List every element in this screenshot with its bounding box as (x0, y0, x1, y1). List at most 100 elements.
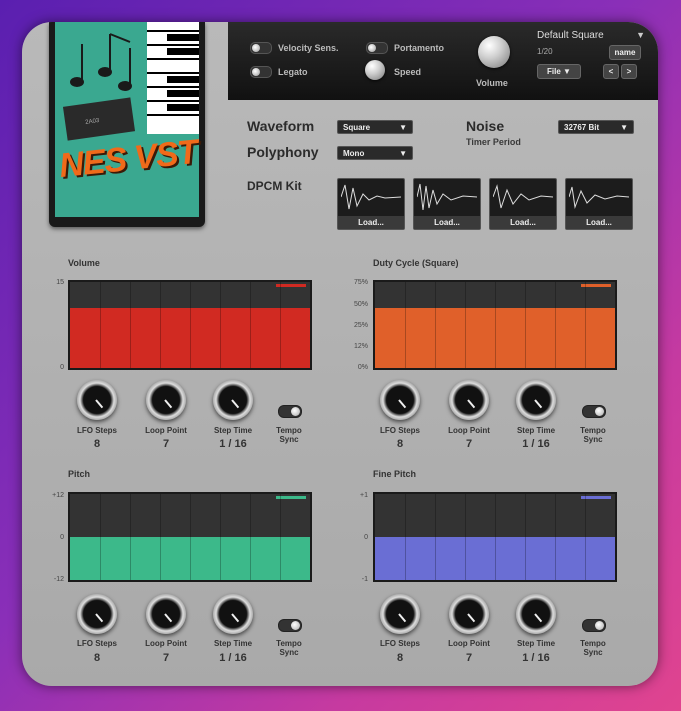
volume-step-time-label: Step Time (213, 426, 253, 435)
volume-lfo-steps-value: 8 (93, 438, 101, 450)
pitch-tempo-sync-toggle[interactable] (278, 619, 302, 632)
pitch-loop-point-knob[interactable] (146, 594, 186, 634)
graph-step-divider (465, 282, 466, 368)
volume-step-time-knob[interactable] (213, 380, 253, 420)
preset-name[interactable]: Default Square (537, 30, 604, 41)
pitch-loop-point-label: Loop Point (145, 639, 187, 648)
legato-toggle[interactable] (250, 66, 272, 78)
chevron-down-icon: ▼ (399, 123, 407, 132)
fine-pitch-lfo-steps-label: LFO Steps (379, 639, 420, 648)
graph-step-divider (100, 282, 101, 368)
graph-step-divider (250, 494, 251, 580)
duty-axis-25: 25% (353, 322, 368, 329)
volume-knob[interactable] (478, 36, 510, 68)
graph-step-divider (190, 494, 191, 580)
pitch-step-time-knob[interactable] (213, 594, 253, 634)
duty-lfo-steps-knob[interactable] (380, 380, 420, 420)
graph-step-divider (405, 494, 406, 580)
load-button[interactable]: Load... (338, 216, 404, 229)
legato-label: Legato (278, 67, 308, 77)
dpcm-slot-4: Load... (565, 178, 633, 230)
graph-step-divider (435, 282, 436, 368)
graph-step-divider (555, 494, 556, 580)
duty-step-time-knob[interactable] (516, 380, 556, 420)
waveform-icon (341, 184, 401, 210)
noise-label: Noise (466, 118, 505, 134)
chevron-down-icon: ▼ (399, 149, 407, 158)
pitch-tempo-sync-label: Tempo Sync (274, 639, 304, 657)
duty-loop-point-knob[interactable] (449, 380, 489, 420)
sync-label: Sync (279, 648, 299, 657)
load-button[interactable]: Load... (490, 216, 556, 229)
fine-pitch-loop-point-label: Loop Point (448, 639, 490, 648)
name-button[interactable]: name (609, 45, 641, 60)
volume-loop-point-value: 7 (162, 438, 170, 450)
volume-tempo-sync-toggle[interactable] (278, 405, 302, 418)
waveform-icon (493, 184, 553, 209)
fine-pitch-step-graph[interactable] (373, 492, 617, 582)
prev-preset-button[interactable]: < (603, 64, 619, 79)
duty-loop-point-value: 7 (465, 438, 473, 450)
fine-pitch-lfo-steps-knob[interactable] (380, 594, 420, 634)
noise-select[interactable]: 32767 Bit ▼ (558, 120, 634, 134)
logo-panel: 2A03 NES VST (49, 22, 205, 227)
duty-axis-50: 50% (353, 301, 368, 308)
pitch-step-graph[interactable] (68, 492, 312, 582)
dpcm-slot-2: Load... (413, 178, 481, 230)
volume-loop-point-label: Loop Point (145, 426, 187, 435)
graph-step-divider (220, 494, 221, 580)
waveform-icon (569, 186, 629, 209)
pitch-lfo-steps-knob[interactable] (77, 594, 117, 634)
volume-tempo-sync-label: Tempo Sync (274, 426, 304, 444)
next-preset-button[interactable]: > (621, 64, 637, 79)
duty-tempo-sync-toggle[interactable] (582, 405, 606, 418)
volume-section-title: Volume (68, 258, 100, 268)
velocity-sens-toggle[interactable] (250, 42, 272, 54)
load-button[interactable]: Load... (566, 216, 632, 229)
timer-period-label: Timer Period (466, 137, 521, 147)
duty-step-graph[interactable] (373, 280, 617, 370)
pitch-step-time-label: Step Time (213, 639, 253, 648)
graph-step-divider (280, 494, 281, 580)
fine-pitch-axis-mid: 0 (364, 534, 368, 541)
pitch-axis-top: +12 (52, 492, 64, 499)
fine-pitch-loop-point-knob[interactable] (449, 594, 489, 634)
graph-step-divider (495, 282, 496, 368)
waveform-label: Waveform (247, 118, 315, 134)
sync-label: Sync (583, 435, 603, 444)
volume-step-graph[interactable] (68, 280, 312, 370)
sync-label: Sync (279, 435, 299, 444)
waveform-select[interactable]: Square ▼ (337, 120, 413, 134)
volume-lfo-steps-knob[interactable] (77, 380, 117, 420)
file-button[interactable]: File ▼ (537, 64, 581, 79)
duty-axis-0: 0% (357, 364, 368, 371)
fine-pitch-tempo-sync-label: Tempo Sync (578, 639, 608, 657)
duty-tempo-sync-label: Tempo Sync (578, 426, 608, 444)
graph-step-divider (160, 494, 161, 580)
waveform-icon (417, 183, 477, 211)
pitch-section-title: Pitch (68, 469, 91, 479)
volume-loop-point-knob[interactable] (146, 380, 186, 420)
tempo-label: Tempo (276, 639, 302, 648)
chevron-down-icon: ▼ (620, 123, 628, 132)
load-button[interactable]: Load... (414, 216, 480, 229)
fine-pitch-axis-top: +1 (360, 492, 368, 499)
pitch-axis-bottom: -12 (53, 576, 64, 583)
fine-pitch-step-time-knob[interactable] (516, 594, 556, 634)
preset-dropdown-icon[interactable]: ▼ (636, 30, 645, 40)
duty-lfo-steps-label: LFO Steps (379, 426, 420, 435)
duty-loop-point-label: Loop Point (448, 426, 490, 435)
velocity-sens-label: Velocity Sens. (278, 43, 339, 53)
graph-step-divider (525, 282, 526, 368)
portamento-toggle[interactable] (366, 42, 388, 54)
graph-step-divider (495, 494, 496, 580)
logo-art: 2A03 (55, 22, 199, 217)
tempo-label: Tempo (580, 426, 606, 435)
polyphony-select[interactable]: Mono ▼ (337, 146, 413, 160)
fine-pitch-step-time-value: 1 / 16 (522, 652, 550, 664)
portamento-label: Portamento (394, 43, 445, 53)
duty-section-title: Duty Cycle (Square) (373, 258, 459, 268)
fine-pitch-tempo-sync-toggle[interactable] (582, 619, 606, 632)
volume-step-time-value: 1 / 16 (219, 438, 247, 450)
speed-knob[interactable] (365, 60, 385, 80)
